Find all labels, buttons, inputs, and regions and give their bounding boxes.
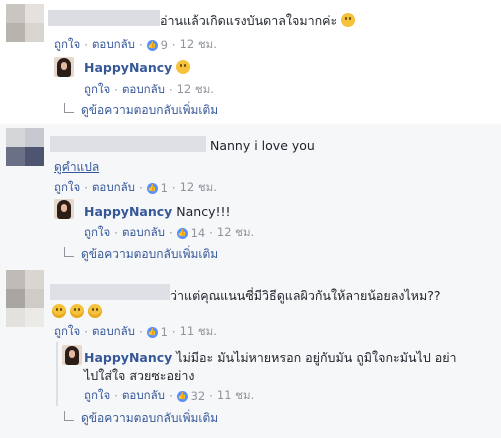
reply-actions: ถูกใจ · ตอบกลับ · 👍 14 · 12 ชม. <box>84 224 255 242</box>
timestamp[interactable]: 12 ชม. <box>217 224 254 242</box>
reply-text: HappyNancy ไม่มีอะ มันไม่หายหรอก อยู่กับ… <box>84 350 457 365</box>
redacted-name <box>50 136 206 152</box>
reply-author-name[interactable]: HappyNancy <box>84 60 172 75</box>
comment-thread-1: อ่านแล้วเกิดแรงบันดาลใจมากค่ะ ถูกใจ · ตอบ… <box>0 0 501 124</box>
timestamp[interactable]: 12 ชม. <box>180 179 217 197</box>
reply-arrow-icon <box>64 411 74 421</box>
like-link[interactable]: ถูกใจ <box>54 323 80 341</box>
comment-text: อ่านแล้วเกิดแรงบันดาลใจมากค่ะ <box>160 11 356 31</box>
comment-actions: ถูกใจ · ตอบกลับ · 👍 1 · 11 ชม. <box>54 323 217 341</box>
reply-arrow-icon <box>64 247 74 257</box>
reply-link[interactable]: ตอบกลับ <box>92 36 135 54</box>
reply-author-name[interactable]: HappyNancy <box>84 204 172 219</box>
commenter-avatar[interactable] <box>6 4 44 42</box>
timestamp[interactable]: 12 ชม. <box>177 81 214 99</box>
thumbs-up-icon: 👍 <box>146 39 158 51</box>
commenter-avatar[interactable] <box>6 128 44 166</box>
comment-thread-2: Nanny i love you ดูคำแปล ถูกใจ · ตอบกลับ ·… <box>0 124 501 262</box>
thumbs-up-icon: 👍 <box>146 326 158 338</box>
view-more-replies-link[interactable]: ดูข้อความตอบกลับเพิ่มเติม <box>64 101 218 120</box>
comment-actions: ถูกใจ · ตอบกลับ · 👍 9 · 12 ชม. <box>54 36 217 54</box>
sad-emoji-icon <box>87 304 102 318</box>
comment-text: ว่าแต่คุณแนนซี่มีวิธีดูแลผิวกันให้ลายน้อ… <box>170 288 441 303</box>
timestamp[interactable]: 11 ชม. <box>217 387 254 405</box>
reply-link[interactable]: ตอบกลับ <box>122 224 165 242</box>
like-link[interactable]: ถูกใจ <box>54 179 80 197</box>
emoji-row <box>52 304 102 319</box>
see-translation-link[interactable]: ดูคำแปล <box>54 158 99 177</box>
reply-link[interactable]: ตอบกลับ <box>122 81 165 99</box>
reply-author-avatar[interactable] <box>62 345 82 365</box>
comment-text: Nanny i love you <box>210 138 315 153</box>
like-link[interactable]: ถูกใจ <box>84 387 110 405</box>
reply-text: HappyNancy <box>84 60 191 75</box>
like-link[interactable]: ถูกใจ <box>84 81 110 99</box>
like-count[interactable]: 1 <box>161 325 168 339</box>
reply-author-avatar[interactable] <box>54 57 74 77</box>
like-count[interactable]: 14 <box>191 226 206 240</box>
thumbs-up-icon: 👍 <box>176 227 188 239</box>
redacted-name <box>50 284 170 300</box>
reply-thread-line <box>56 342 58 406</box>
like-link[interactable]: ถูกใจ <box>54 36 80 54</box>
reply-actions: ถูกใจ · ตอบกลับ · 👍 32 · 11 ชม. <box>84 387 255 405</box>
commenter-avatar[interactable] <box>6 270 44 328</box>
like-count[interactable]: 9 <box>161 38 168 52</box>
timestamp[interactable]: 12 ชม. <box>180 36 217 54</box>
reply-link[interactable]: ตอบกลับ <box>92 179 135 197</box>
reply-author-name[interactable]: HappyNancy <box>84 350 172 365</box>
smile-emoji-icon <box>176 60 191 74</box>
reply-link[interactable]: ตอบกลับ <box>122 387 165 405</box>
comment-actions: ถูกใจ · ตอบกลับ · 👍 1 · 12 ชม. <box>54 179 217 197</box>
smile-emoji-icon <box>341 13 356 27</box>
reply-author-avatar[interactable] <box>54 199 74 219</box>
reply-text: HappyNancy Nancy!!! <box>84 204 231 219</box>
thumbs-up-icon: 👍 <box>176 390 188 402</box>
reply-text-line2: ไปใส่ใจ สวยซะอย่าง <box>84 368 195 383</box>
like-count[interactable]: 32 <box>191 389 206 403</box>
reply-arrow-icon <box>64 103 74 113</box>
like-count[interactable]: 1 <box>161 181 168 195</box>
reply-actions: ถูกใจ · ตอบกลับ · 12 ชม. <box>84 81 214 99</box>
thumbs-up-icon: 👍 <box>146 182 158 194</box>
view-more-replies-link[interactable]: ดูข้อความตอบกลับเพิ่มเติม <box>64 409 218 428</box>
sad-emoji-icon <box>52 304 66 318</box>
reply-link[interactable]: ตอบกลับ <box>92 323 135 341</box>
sad-emoji-icon <box>69 304 84 318</box>
comment-thread-3: ว่าแต่คุณแนนซี่มีวิธีดูแลผิวกันให้ลายน้อ… <box>0 262 501 438</box>
redacted-name <box>48 10 160 26</box>
like-link[interactable]: ถูกใจ <box>84 224 110 242</box>
timestamp[interactable]: 11 ชม. <box>180 323 217 341</box>
